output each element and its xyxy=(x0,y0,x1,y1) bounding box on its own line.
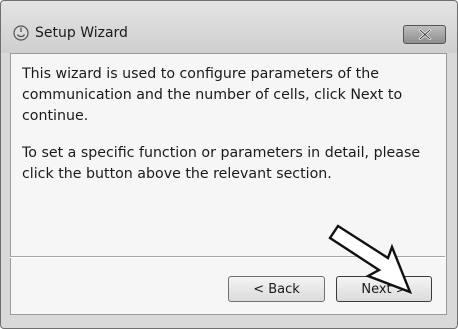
wizard-app-icon xyxy=(13,25,29,41)
button-separator xyxy=(10,256,445,258)
intro-paragraph: This wizard is used to configure paramet… xyxy=(22,66,403,124)
next-button[interactable]: Next > xyxy=(336,276,432,302)
instruction-paragraph: To set a specific function or parameters… xyxy=(22,145,421,182)
close-button[interactable] xyxy=(403,25,446,44)
title-bar[interactable]: Setup Wizard xyxy=(1,1,457,53)
close-icon xyxy=(418,29,432,40)
back-button[interactable]: < Back xyxy=(228,276,325,302)
window-title: Setup Wizard xyxy=(35,25,128,41)
